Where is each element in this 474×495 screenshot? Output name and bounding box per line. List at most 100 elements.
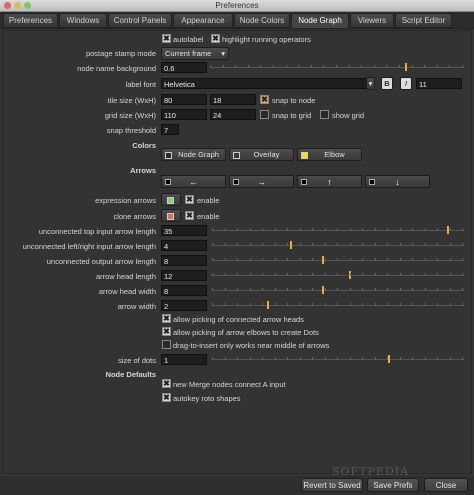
down-arrow-color-button[interactable]: ↓: [365, 175, 430, 188]
overlay-color-label: Overlay: [253, 150, 280, 159]
highlight-running-checkbox[interactable]: ✖: [211, 34, 220, 43]
slider-knob[interactable]: [267, 301, 269, 309]
tab-preferences[interactable]: Preferences: [3, 13, 58, 28]
slider-tick: [387, 273, 388, 276]
top-input-arrow-length-slider[interactable]: [212, 225, 464, 237]
slider-tick: [412, 228, 413, 231]
slider-tick: [350, 303, 351, 306]
save-prefs-button[interactable]: Save Prefs: [367, 478, 419, 492]
up-arrow-color-button[interactable]: ↑: [297, 175, 362, 188]
slider-tick: [437, 258, 438, 261]
slider-knob[interactable]: [322, 256, 324, 264]
tab-script-editor[interactable]: Script Editor: [395, 13, 452, 28]
postage-stamp-mode-dropdown[interactable]: Current frame ▾: [161, 47, 229, 60]
slider-tick: [275, 357, 276, 360]
output-arrow-length-input[interactable]: 8: [161, 255, 207, 266]
slider-tick: [400, 273, 401, 276]
tab-node-graph[interactable]: Node Graph: [291, 13, 349, 28]
expression-arrows-enable-checkbox[interactable]: ✖: [185, 195, 194, 204]
slider-tick: [225, 243, 226, 246]
close-button[interactable]: Close: [424, 478, 468, 492]
elbow-color-button[interactable]: Elbow: [297, 148, 362, 161]
slider-tick: [462, 357, 463, 360]
slider-tick: [337, 303, 338, 306]
drag-insert-label: drag-to-insert only works near middle of…: [173, 341, 330, 350]
arrow-width-input[interactable]: 2: [161, 300, 207, 311]
grid-width-input[interactable]: 110: [161, 109, 207, 120]
label-font-input[interactable]: Helvetica: [161, 78, 371, 89]
clone-arrows-enable-checkbox[interactable]: ✖: [185, 211, 194, 220]
node-name-background-slider[interactable]: [210, 62, 464, 74]
grid-height-input[interactable]: 24: [210, 109, 256, 120]
left-right-input-arrow-length-slider[interactable]: [212, 240, 464, 252]
snap-to-node-checkbox[interactable]: ✖: [260, 95, 269, 104]
slider-tick: [350, 288, 351, 291]
slider-knob[interactable]: [290, 241, 292, 249]
slider-tick: [387, 228, 388, 231]
drag-insert-checkbox[interactable]: [162, 340, 171, 349]
slider-tick: [374, 65, 375, 68]
overlay-color-button[interactable]: Overlay: [229, 148, 294, 161]
label-font-label: label font: [125, 80, 156, 89]
bold-toggle[interactable]: B: [381, 77, 393, 90]
tab-node-colors[interactable]: Node Colors: [234, 13, 290, 28]
tile-width-input[interactable]: 80: [161, 94, 207, 105]
tile-size-label: tile size (WxH): [107, 96, 156, 105]
arrow-width-label: arrow width: [117, 302, 156, 311]
slider-tick: [400, 303, 401, 306]
tab-viewers[interactable]: Viewers: [350, 13, 394, 28]
slider-knob[interactable]: [388, 355, 390, 363]
arrow-head-width-slider[interactable]: [212, 285, 464, 297]
snap-to-node-label: snap to node: [272, 96, 316, 105]
autokey-checkbox[interactable]: ✖: [162, 393, 171, 402]
right-arrow-color-button[interactable]: →: [229, 175, 294, 188]
slider-tick: [312, 357, 313, 360]
italic-toggle[interactable]: I: [400, 77, 412, 90]
size-of-dots-input[interactable]: 1: [161, 354, 207, 365]
allow-elbows-checkbox[interactable]: ✖: [162, 327, 171, 336]
autolabel-checkbox[interactable]: ✖: [162, 34, 171, 43]
slider-tick: [312, 273, 313, 276]
allow-elbows-label: allow picking of arrow elbows to create …: [173, 328, 319, 337]
slider-knob[interactable]: [447, 226, 449, 234]
slider-tick: [262, 357, 263, 360]
label-font-size-input[interactable]: 11: [416, 78, 462, 89]
slider-tick: [450, 228, 451, 231]
allow-heads-checkbox[interactable]: ✖: [162, 314, 171, 323]
output-arrow-length-slider[interactable]: [212, 255, 464, 267]
node-name-background-input[interactable]: 0.6: [161, 62, 207, 73]
label-font-dropdown-arrow-icon[interactable]: ▾: [366, 77, 375, 90]
top-input-arrow-length-input[interactable]: 35: [161, 225, 207, 236]
title-bar: Preferences: [0, 0, 474, 12]
slider-tick: [400, 357, 401, 360]
slider-tick: [437, 303, 438, 306]
tab-control-panels[interactable]: Control Panels: [108, 13, 172, 28]
tab-appearance[interactable]: Appearance: [173, 13, 233, 28]
tile-height-input[interactable]: 18: [210, 94, 256, 105]
arrow-head-width-input[interactable]: 8: [161, 285, 207, 296]
slider-tick: [237, 288, 238, 291]
arrow-head-length-input[interactable]: 12: [161, 270, 207, 281]
snap-to-grid-checkbox[interactable]: [260, 110, 269, 119]
slider-tick: [412, 243, 413, 246]
slider-tick: [287, 303, 288, 306]
node-graph-color-button[interactable]: Node Graph: [161, 148, 226, 161]
clone-arrows-color-button[interactable]: [161, 209, 181, 222]
arrow-width-slider[interactable]: [212, 300, 464, 312]
snap-threshold-input[interactable]: 7: [161, 124, 179, 135]
expression-arrows-color-button[interactable]: [161, 193, 181, 206]
revert-to-saved-button[interactable]: Revert to Saved: [301, 478, 363, 492]
left-arrow-color-button[interactable]: ←: [161, 175, 226, 188]
merge-default-checkbox[interactable]: ✖: [162, 379, 171, 388]
slider-tick: [210, 65, 211, 68]
size-of-dots-slider[interactable]: [212, 354, 464, 366]
left-right-input-arrow-length-input[interactable]: 4: [161, 240, 207, 251]
tab-windows[interactable]: Windows: [59, 13, 107, 28]
slider-tick: [250, 288, 251, 291]
show-grid-checkbox[interactable]: [320, 110, 329, 119]
arrow-head-length-slider[interactable]: [212, 270, 464, 282]
slider-tick: [362, 357, 363, 360]
footer-bar: Revert to Saved Save Prefs Close: [0, 476, 474, 495]
slider-knob[interactable]: [405, 63, 407, 71]
slider-knob[interactable]: [322, 286, 324, 294]
